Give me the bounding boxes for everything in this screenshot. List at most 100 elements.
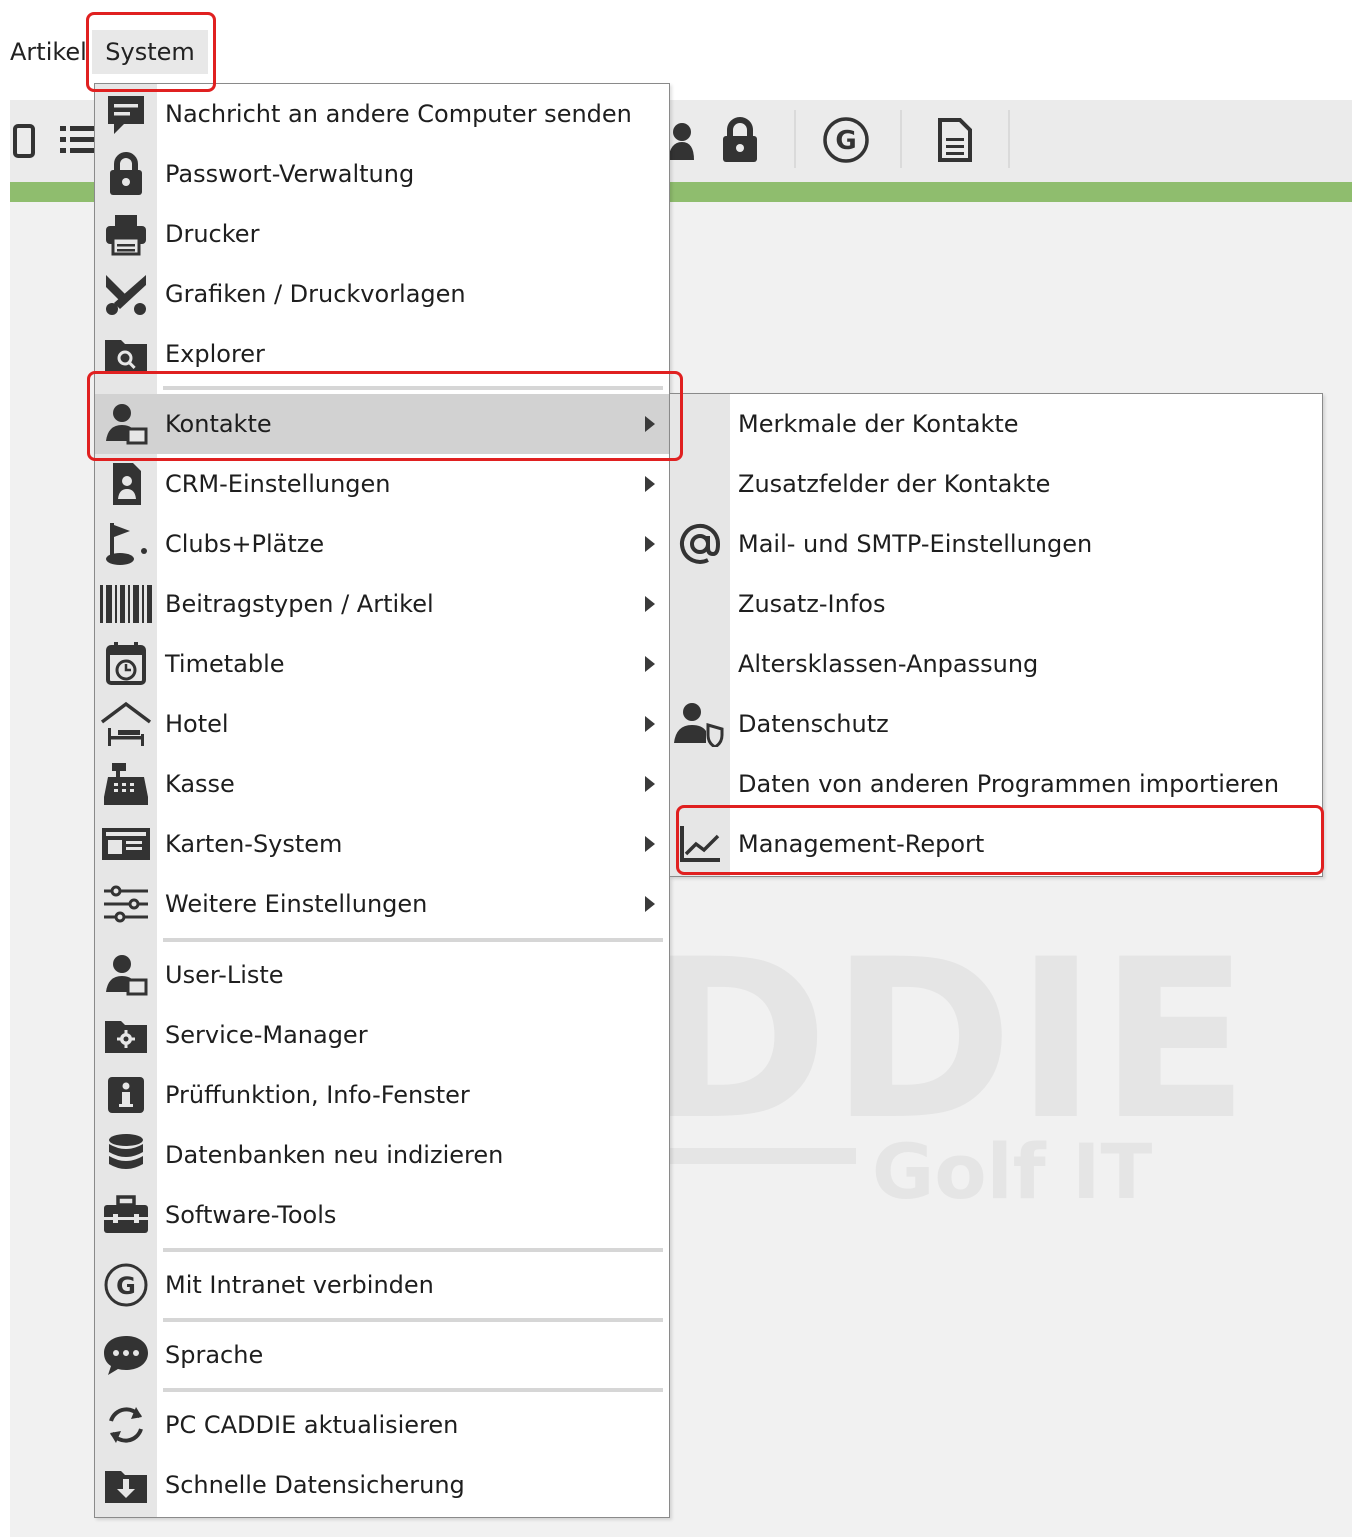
menu-item-kontakte[interactable]: Kontakte [95,394,669,454]
menu-separator [163,386,663,390]
submenu-item-zusatzfelder[interactable]: Zusatzfelder der Kontakte [670,454,1322,514]
speech-bubble-icon [95,1325,157,1385]
menu-item-sprache[interactable]: Sprache [95,1325,669,1385]
submenu-item-altersklassen[interactable]: Altersklassen-Anpassung [670,634,1322,694]
toolbar-document-icon[interactable] [0,112,56,168]
toolbar-lock-icon[interactable] [712,112,768,168]
menu-item-crm-einstellungen[interactable]: CRM-Einstellungen [95,454,669,514]
download-folder-icon [95,1455,157,1515]
id-card-icon [95,814,157,874]
message-icon [95,84,157,144]
menu-item-label: Timetable [165,650,285,678]
menu-item-intranet[interactable]: G Mit Intranet verbinden [95,1255,669,1315]
barcode-icon [95,574,157,634]
menu-item-prueffunktion[interactable]: Prüffunktion, Info-Fenster [95,1065,669,1125]
submenu-item-daten-importieren[interactable]: Daten von anderen Programmen importieren [670,754,1322,814]
menu-item-label: Zusatzfelder der Kontakte [738,470,1051,498]
submenu-item-management-report[interactable]: Management-Report [670,814,1322,874]
menu-item-aktualisieren[interactable]: PC CADDIE aktualisieren [95,1395,669,1455]
database-icon [95,1125,157,1185]
empty-icon-slot [670,454,730,514]
menu-item-grafiken[interactable]: Grafiken / Druckvorlagen [95,264,669,324]
menu-item-nachricht[interactable]: Nachricht an andere Computer senden [95,84,669,144]
toolbar-separator [900,110,902,168]
menu-item-datenbanken[interactable]: Datenbanken neu indizieren [95,1125,669,1185]
menu-item-label: Nachricht an andere Computer senden [165,100,632,128]
printer-icon [95,204,157,264]
sliders-icon [95,874,157,934]
menu-item-label: Mit Intranet verbinden [165,1271,434,1299]
menu-system[interactable]: System [92,30,208,74]
menu-item-label: Beitragstypen / Artikel [165,590,434,618]
watermark-line [660,1148,856,1164]
menu-item-label: Service-Manager [165,1021,368,1049]
menu-item-label: User-Liste [165,961,284,989]
submenu-arrow-icon [645,716,655,732]
menu-item-label: Drucker [165,220,260,248]
menu-item-kasse[interactable]: Kasse [95,754,669,814]
menu-item-label: Datenbanken neu indizieren [165,1141,504,1169]
menu-item-label: Hotel [165,710,229,738]
menu-item-clubs-plaetze[interactable]: Clubs+Plätze [95,514,669,574]
menu-item-label: Karten-System [165,830,343,858]
submenu-arrow-icon [645,836,655,852]
menu-item-label: Management-Report [738,830,985,858]
submenu-item-zusatz-infos[interactable]: Zusatz-Infos [670,574,1322,634]
menu-item-software-tools[interactable]: Software-Tools [95,1185,669,1245]
menu-item-label: Clubs+Plätze [165,530,325,558]
contacts-icon [95,394,157,454]
users-icon [95,945,157,1005]
menu-separator [163,1248,663,1252]
menu-item-label: Schnelle Datensicherung [165,1471,465,1499]
toolbar-separator [794,110,796,168]
menu-item-datensicherung[interactable]: Schnelle Datensicherung [95,1455,669,1515]
at-icon [670,514,730,574]
menu-item-passwort-verwaltung[interactable]: Passwort-Verwaltung [95,144,669,204]
menu-item-label: Kontakte [165,410,272,438]
golf-flag-icon [95,514,157,574]
menu-item-label: Kasse [165,770,235,798]
menu-item-explorer[interactable]: Explorer [95,324,669,384]
menu-item-hotel[interactable]: Hotel [95,694,669,754]
menu-item-beitragstypen[interactable]: Beitragstypen / Artikel [95,574,669,634]
menu-item-label: CRM-Einstellungen [165,470,391,498]
info-icon [95,1065,157,1125]
toolbar-file-icon[interactable] [926,112,982,168]
menu-separator [163,1388,663,1392]
submenu-arrow-icon [645,536,655,552]
menu-item-label: Passwort-Verwaltung [165,160,415,188]
menu-item-drucker[interactable]: Drucker [95,204,669,264]
menu-item-label: Zusatz-Infos [738,590,886,618]
submenu-arrow-icon [645,596,655,612]
submenu-item-datenschutz[interactable]: Datenschutz [670,694,1322,754]
menu-item-user-liste[interactable]: User-Liste [95,945,669,1005]
toolbar-separator [1008,110,1010,168]
menu-item-label: Merkmale der Kontakte [738,410,1019,438]
empty-icon-slot [670,634,730,694]
refresh-icon [95,1395,157,1455]
menu-item-timetable[interactable]: Timetable [95,634,669,694]
watermark-tagline: Golf IT [872,1127,1153,1216]
user-shield-icon [670,694,730,754]
menu-item-weitere-einstellungen[interactable]: Weitere Einstellungen [95,874,669,934]
svg-text:G: G [116,1272,136,1300]
lock-icon [95,144,157,204]
menu-artikel[interactable]: Artikel [10,30,87,74]
submenu-arrow-icon [645,776,655,792]
kontakte-submenu: Merkmale der Kontakte Zusatzfelder der K… [669,393,1323,877]
menu-item-label: Sprache [165,1341,264,1369]
toolbar-intranet-g-icon[interactable]: G [818,112,874,168]
submenu-arrow-icon [645,416,655,432]
menu-item-label: Mail- und SMTP-Einstellungen [738,530,1093,558]
menu-item-label: PC CADDIE aktualisieren [165,1411,459,1439]
hotel-icon [95,694,157,754]
menu-item-karten-system[interactable]: Karten-System [95,814,669,874]
menu-separator [163,1318,663,1322]
empty-icon-slot [670,394,730,454]
menu-item-label: Daten von anderen Programmen importieren [738,770,1280,798]
menu-item-service-manager[interactable]: Service-Manager [95,1005,669,1065]
submenu-item-mail-smtp[interactable]: Mail- und SMTP-Einstellungen [670,514,1322,574]
toolbox-icon [95,1185,157,1245]
menu-item-label: Software-Tools [165,1201,337,1229]
submenu-item-merkmale[interactable]: Merkmale der Kontakte [670,394,1322,454]
